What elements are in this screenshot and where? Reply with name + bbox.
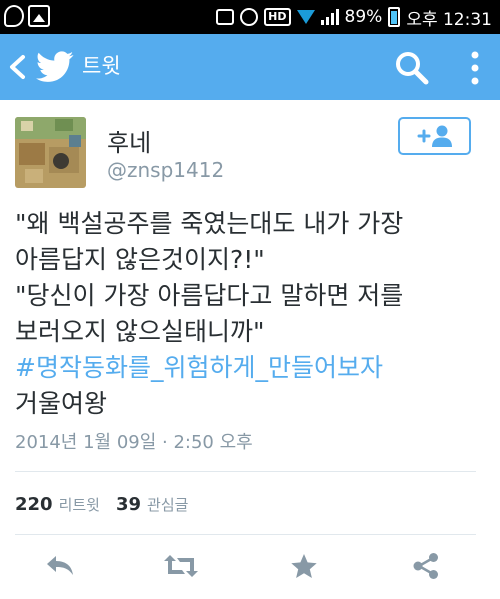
tweet-line: 거울여왕 — [15, 389, 108, 418]
tweet-line: "왜 백설공주를 죽였는대도 내가 가장 — [15, 209, 404, 238]
vibrate-icon — [216, 9, 235, 25]
twitter-bird-icon[interactable] — [36, 51, 74, 83]
avatar[interactable] — [15, 117, 86, 188]
retweet-button[interactable] — [163, 551, 199, 581]
search-icon[interactable] — [394, 50, 430, 86]
status-time: 오후 12:31 — [406, 9, 492, 30]
signal-icon — [320, 9, 339, 25]
share-icon — [413, 553, 438, 579]
reply-button[interactable] — [42, 551, 78, 581]
battery-percent: 89% — [344, 7, 383, 27]
tweet-line: 아름답지 않은것이지?!" — [15, 245, 265, 274]
action-bar: 트윗 — [0, 34, 500, 100]
screen-name[interactable]: @znsp1412 — [107, 158, 224, 182]
overflow-menu-icon[interactable] — [470, 50, 480, 86]
g-icon — [4, 5, 24, 27]
favorite-button[interactable] — [286, 551, 322, 581]
tweet-line: 보러오지 않으실태니까" — [15, 317, 265, 346]
retweet-label[interactable]: 리트윗 — [59, 496, 100, 514]
share-button[interactable] — [408, 551, 444, 581]
retweet-icon — [164, 555, 198, 577]
status-bar-left — [4, 5, 50, 27]
favorite-icon — [291, 554, 317, 578]
display-name[interactable]: 후네 — [107, 123, 151, 158]
image-icon — [28, 5, 50, 27]
page-title: 트윗 — [82, 54, 121, 78]
wifi-icon — [296, 10, 315, 24]
hashtag-link[interactable]: #명작동화를_위험하게_만들어보자 — [15, 350, 495, 386]
tweet-text: "왜 백설공주를 죽였는대도 내가 가장 아름답지 않은것이지?!" "당신이 … — [15, 206, 495, 422]
add-user-icon — [417, 125, 452, 147]
favorite-count[interactable]: 39 — [116, 494, 141, 515]
tweet-line: "당신이 가장 아름답다고 말하면 저를 — [15, 281, 404, 310]
divider — [15, 534, 476, 535]
status-bar-right: HD 89% 오후 12:31 — [216, 0, 492, 34]
divider — [15, 471, 476, 472]
reply-icon — [47, 556, 73, 575]
tweet-stats: 220 리트윗 39 관심글 — [15, 494, 188, 515]
battery-icon — [388, 7, 401, 27]
retweet-count[interactable]: 220 — [15, 494, 53, 515]
alarm-icon — [240, 8, 259, 26]
hd-icon: HD — [264, 8, 291, 26]
tweet-timestamp: 2014년 1월 09일 · 2:50 오후 — [15, 432, 253, 453]
status-bar: HD 89% 오후 12:31 — [0, 0, 500, 34]
back-icon[interactable] — [6, 54, 30, 80]
follow-button[interactable] — [398, 117, 471, 155]
favorite-label[interactable]: 관심글 — [147, 496, 188, 514]
